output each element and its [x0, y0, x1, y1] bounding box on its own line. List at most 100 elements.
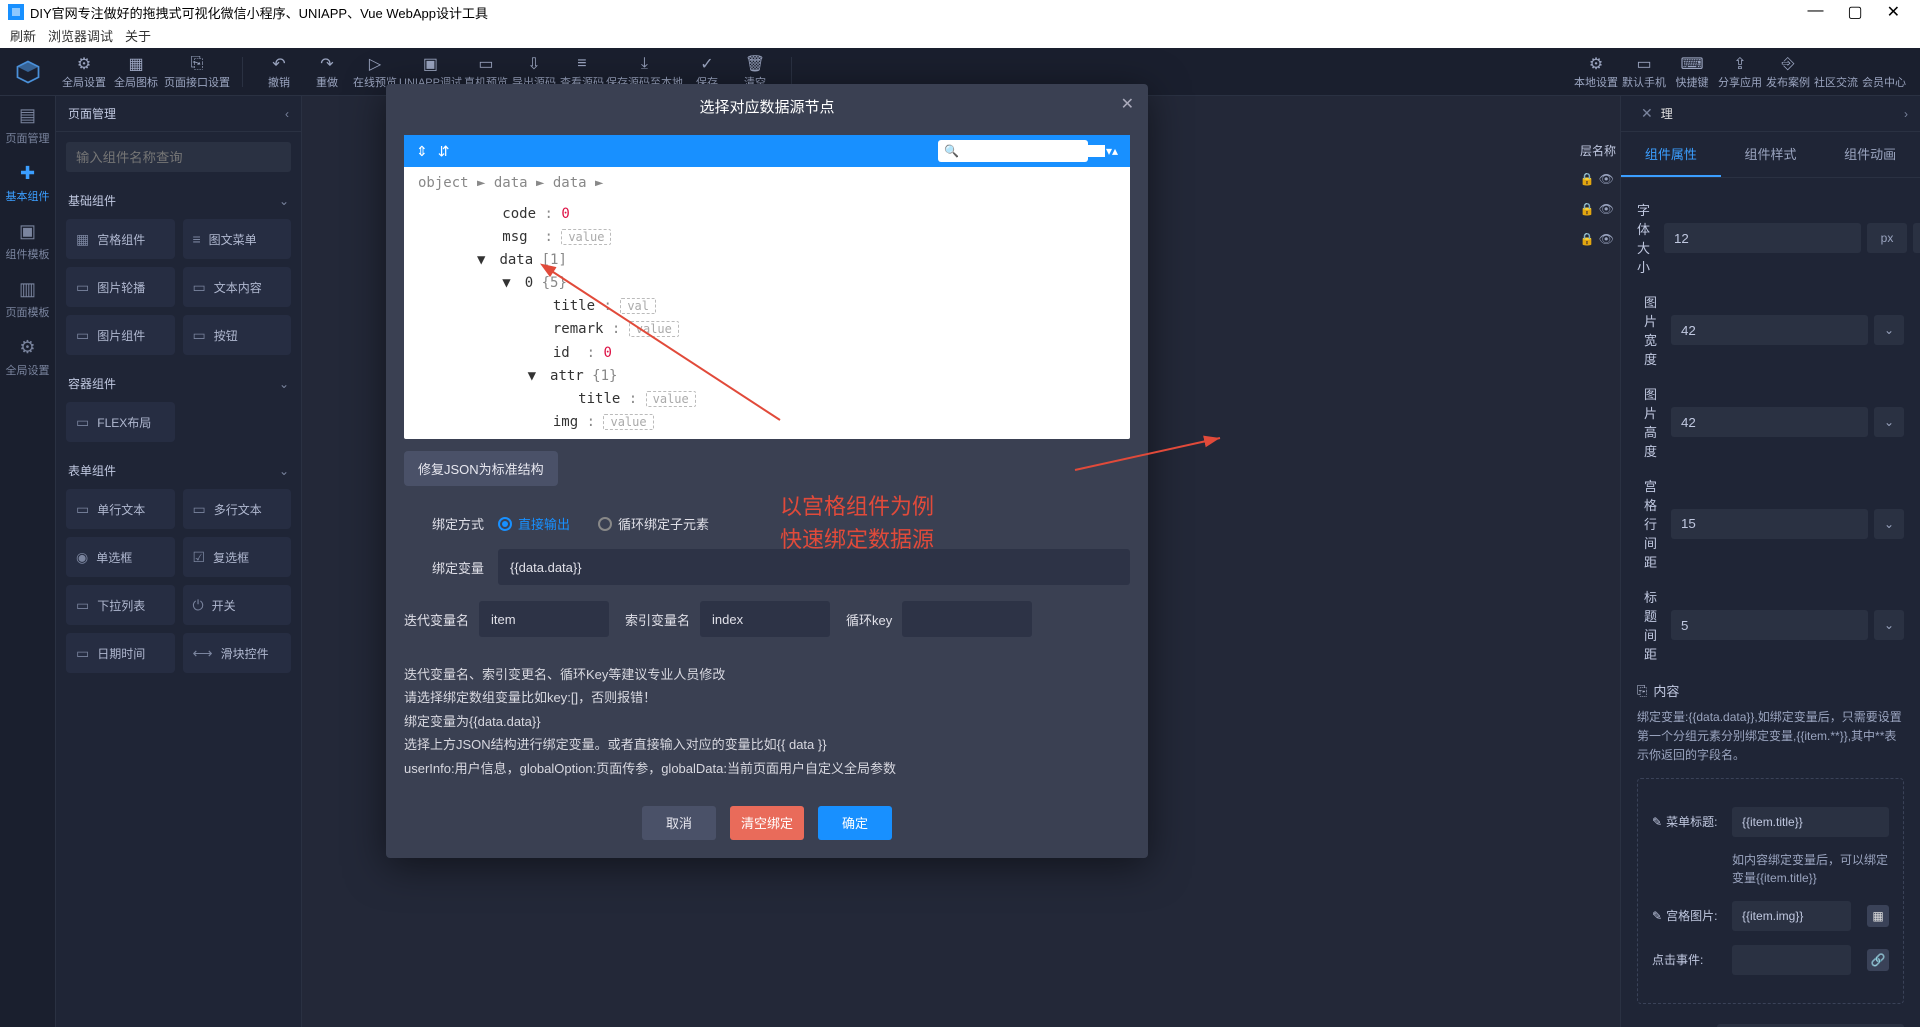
publish-icon: ⎆ — [1782, 54, 1795, 74]
eye-icon[interactable]: 👁 — [1599, 172, 1614, 186]
component-search-input[interactable] — [66, 142, 291, 172]
img-height-input[interactable] — [1671, 407, 1868, 437]
comp-button[interactable]: ▭按钮 — [183, 315, 292, 355]
tb-global-icons[interactable]: ▦全局图标 — [112, 50, 160, 94]
comp-multi-text[interactable]: ▭多行文本 — [183, 489, 292, 529]
edit-icon[interactable]: ✎ — [1652, 815, 1662, 829]
tb-local-settings[interactable]: ⚙本地设置 — [1572, 50, 1620, 94]
chevron-down-icon[interactable]: ⌄ — [1874, 315, 1904, 345]
eye-icon[interactable]: 👁 — [1599, 202, 1614, 216]
iter-var-input[interactable] — [479, 601, 609, 637]
ltab-page-template[interactable]: ▥页面模板 — [0, 270, 55, 328]
menu-title2-input[interactable]: 菜单二 — [1717, 1024, 1904, 1027]
click-event-input[interactable] — [1732, 945, 1851, 975]
chevron-down-icon[interactable]: ⌄ — [1874, 610, 1904, 640]
comp-dropdown[interactable]: ▭下拉列表 — [66, 585, 175, 625]
modal-close-icon[interactable]: ✕ — [1121, 94, 1134, 114]
tb-community[interactable]: 社区交流 — [1812, 50, 1860, 94]
comp-checkbox[interactable]: ☑复选框 — [183, 537, 292, 577]
tab-anim[interactable]: 组件动画 — [1820, 132, 1920, 177]
comp-img-carousel[interactable]: ▭图片轮播 — [66, 267, 175, 307]
radio-loop-bind[interactable]: 循环绑定子元素 — [598, 514, 709, 533]
loop-key-input[interactable] — [902, 601, 1032, 637]
window-maximize-button[interactable]: ▢ — [1847, 2, 1862, 22]
lock-icon[interactable]: 🔒 — [1580, 232, 1595, 246]
link-icon[interactable]: 🔗 — [1867, 949, 1889, 971]
index-var-input[interactable] — [700, 601, 830, 637]
window-minimize-button[interactable]: — — [1807, 2, 1823, 22]
json-dropdown-icon[interactable]: ▾▴ — [1106, 144, 1118, 158]
radio-direct-output[interactable]: 直接输出 — [498, 514, 570, 533]
comp-text[interactable]: ▭文本内容 — [183, 267, 292, 307]
grid-img-input[interactable]: {{item.img}} — [1732, 901, 1851, 931]
title-gap-input[interactable] — [1671, 610, 1868, 640]
json-search[interactable]: 🔍 — [938, 140, 1088, 162]
comp-flex[interactable]: ▭FLEX布局 — [66, 402, 175, 442]
group-form[interactable]: 表单组件 ⌄ — [56, 452, 301, 489]
ltab-global-settings-l[interactable]: ⚙全局设置 — [0, 328, 55, 386]
cancel-button[interactable]: 取消 — [642, 806, 716, 840]
tb-undo[interactable]: ↶撤销 — [255, 50, 303, 94]
copy-icon[interactable]: ⎘ — [1637, 683, 1647, 699]
ltab-page-manage[interactable]: ▤页面管理 — [0, 96, 55, 154]
comp-img-menu[interactable]: ≡图文菜单 — [183, 219, 292, 259]
tab-style[interactable]: 组件样式 — [1721, 132, 1821, 177]
tb-page-api[interactable]: ⎘页面接口设置 — [164, 50, 230, 94]
window-close-button[interactable]: ✕ — [1887, 2, 1900, 22]
collapse-left-icon[interactable]: ‹ — [285, 107, 289, 121]
ltab-basic-comp[interactable]: ✚基本组件 — [0, 154, 55, 212]
tb-share[interactable]: ⇪分享应用 — [1716, 50, 1764, 94]
title-gap-label: 标题间距 — [1637, 587, 1657, 663]
tb-member[interactable]: 会员中心 — [1860, 50, 1908, 94]
global-settings-icon: ⚙ — [77, 54, 91, 74]
menu-title-input[interactable]: {{item.title}} — [1732, 807, 1889, 837]
menu-refresh[interactable]: 刷新 — [10, 26, 36, 45]
tb-redo[interactable]: ↷重做 — [303, 50, 351, 94]
chevron-down-icon[interactable]: ⌄ — [1913, 223, 1920, 253]
row-gap-input[interactable] — [1671, 509, 1868, 539]
expand-all-icon[interactable]: ⇕ — [416, 143, 428, 160]
image-picker-icon[interactable]: ▦ — [1867, 905, 1889, 927]
tb-shortcuts[interactable]: ⌨快捷键 — [1668, 50, 1716, 94]
confirm-button[interactable]: 确定 — [818, 806, 892, 840]
json-tree[interactable]: code : 0 msg : value ▼ data [1] ▼ 0 {5} … — [404, 199, 1130, 439]
comp-img-comp[interactable]: ▭图片组件 — [66, 315, 175, 355]
search-icon: 🔍 — [944, 144, 959, 158]
tb-default-phone[interactable]: ▭默认手机 — [1620, 50, 1668, 94]
menu-browser-debug[interactable]: 浏览器调试 — [48, 26, 113, 45]
comp-grid[interactable]: ▦宫格组件 — [66, 219, 175, 259]
comp-radio[interactable]: ◉单选框 — [66, 537, 175, 577]
tb-global-settings[interactable]: ⚙全局设置 — [60, 50, 108, 94]
fix-json-button[interactable]: 修复JSON为标准结构 — [404, 451, 558, 486]
page-api-icon: ⎘ — [191, 54, 204, 74]
comp-switch[interactable]: ⏻开关 — [183, 585, 292, 625]
app-logo-icon — [8, 4, 24, 20]
img-width-input[interactable] — [1671, 315, 1868, 345]
tb-publish[interactable]: ⎆发布案例 — [1764, 50, 1812, 94]
eye-icon[interactable]: 👁 — [1599, 232, 1614, 246]
lock-icon[interactable]: 🔒 — [1580, 202, 1595, 216]
close-panel-icon[interactable]: ✕ — [1641, 105, 1653, 122]
chevron-down-icon[interactable]: ⌄ — [1874, 509, 1904, 539]
lock-icon[interactable]: 🔒 — [1580, 172, 1595, 186]
menu-about[interactable]: 关于 — [125, 26, 151, 45]
right-panel-title: 理 — [1661, 105, 1673, 122]
collapse-right-icon[interactable]: › — [1904, 107, 1908, 121]
json-breadcrumb[interactable]: object ► data ► data ► — [404, 167, 1130, 199]
collapse-all-icon[interactable]: ⇵ — [438, 143, 450, 160]
json-search-input[interactable] — [963, 145, 1105, 157]
comp-slider[interactable]: ⟷滑块控件 — [183, 633, 292, 673]
edit-icon[interactable]: ✎ — [1652, 909, 1662, 923]
clear-binding-button[interactable]: 清空绑定 — [730, 806, 804, 840]
comp-datetime[interactable]: ▭日期时间 — [66, 633, 175, 673]
local-settings-icon: ⚙ — [1589, 54, 1603, 74]
font-size-input[interactable] — [1664, 223, 1861, 253]
group-container[interactable]: 容器组件 ⌄ — [56, 365, 301, 402]
bind-var-input[interactable] — [498, 549, 1130, 585]
shortcuts-icon: ⌨ — [1680, 54, 1703, 74]
group-basic[interactable]: 基础组件 ⌄ — [56, 182, 301, 219]
chevron-down-icon[interactable]: ⌄ — [1874, 407, 1904, 437]
comp-single-text[interactable]: ▭单行文本 — [66, 489, 175, 529]
tab-props[interactable]: 组件属性 — [1621, 132, 1721, 177]
ltab-comp-template[interactable]: ▣组件模板 — [0, 212, 55, 270]
